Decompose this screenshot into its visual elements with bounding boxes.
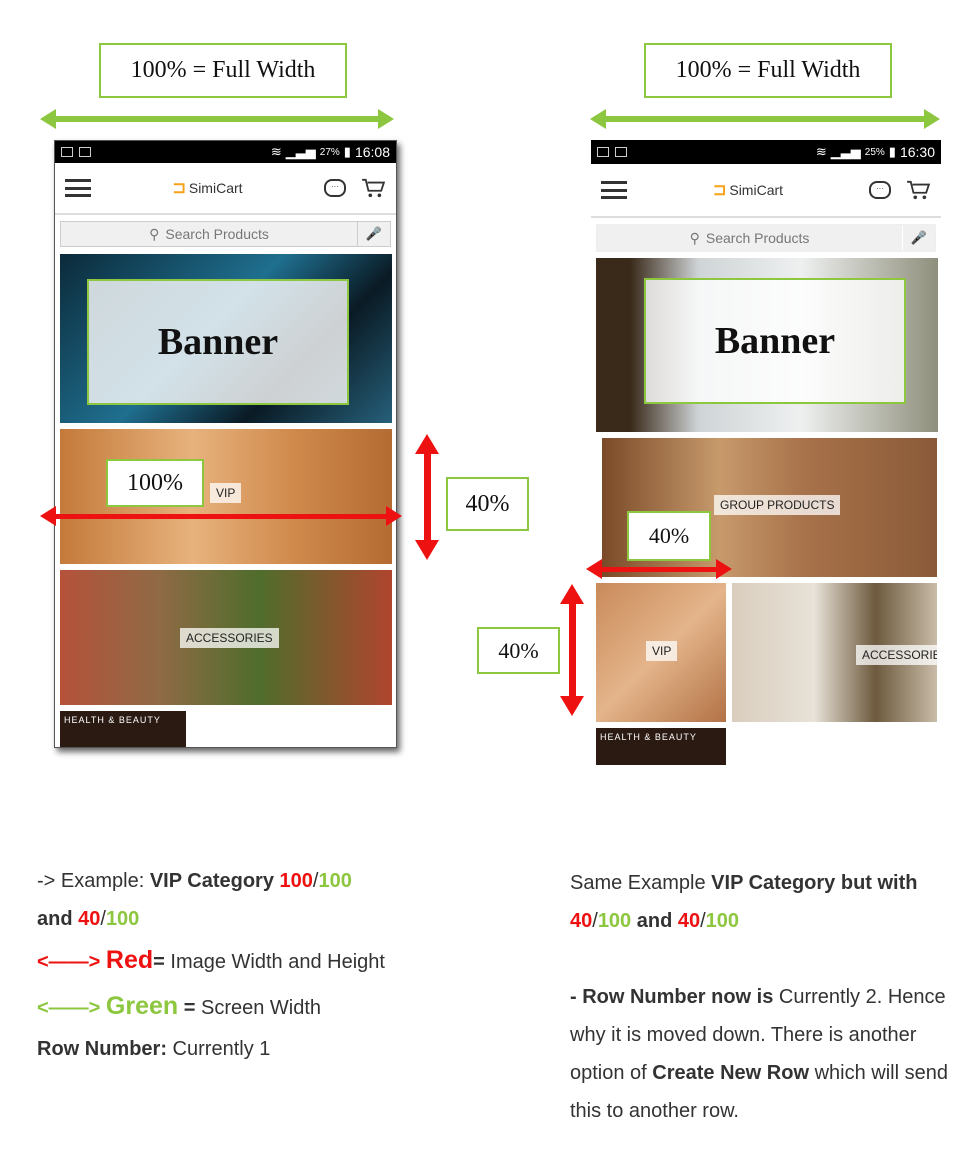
right-phone-mockup: ≋ ▁▃▅ 25% ▮ 16:30 ⊐ SimiCart ··· ⚲ Search … [591,140,941,765]
notification-icon [79,147,91,157]
tile-label-accessories: ACCESSORIES [180,628,279,648]
red-legend: <——> Red= Image Width and Height [37,946,385,974]
cart-icon[interactable] [905,180,931,200]
signal-icon: ▁▃▅ [830,144,861,159]
banner-label: Banner [87,279,349,405]
left-image-width-arrow [40,506,402,526]
accessories-category-tile[interactable]: ACCESSORIES [732,583,937,722]
tile-label-vip: VIP [210,483,242,503]
gallery-icon [61,147,73,157]
right-full-width-label: 100% = Full Width [644,43,892,98]
right-image-height-arrow [560,584,584,716]
clock: 16:08 [354,144,390,160]
left-phone-mockup: ≋ ▁▃▅ 27% ▮ 16:08 ⊐ SimiCart ··· ⚲ Search … [54,140,397,748]
search-input[interactable]: Search Products [165,226,269,242]
signal-icon: ▁▃▅ [285,144,316,159]
mic-icon[interactable]: 🎤 [358,226,390,242]
right-row-number: - Row Number now is Currently 2. Hence w… [570,986,948,1122]
left-full-width-label: 100% = Full Width [99,43,347,98]
left-image-height-arrow [415,434,439,560]
right-image-width-arrow [586,559,732,579]
tile-label-group-products: GROUP PRODUCTS [714,495,841,515]
health-beauty-category-tile[interactable]: HEALTH & BEAUTY [596,728,726,765]
menu-icon[interactable] [65,179,91,197]
search-bar[interactable]: ⚲ Search Products 🎤 [596,224,936,252]
green-legend: <——> Green = Screen Width [37,992,322,1020]
search-icon: ⚲ [149,225,160,242]
status-bar: ≋ ▁▃▅ 25% ▮ 16:30 [591,140,941,164]
wifi-icon: ≋ [815,144,827,159]
search-bar[interactable]: ⚲ Search Products 🎤 [60,221,391,247]
tile-label-vip: VIP [646,641,678,661]
battery-percent: 27% [319,146,340,158]
search-input[interactable]: Search Products [706,230,810,246]
left-width-callout: 100% [106,459,204,507]
notification-icon [615,147,627,157]
logo-cart-icon: ⊐ [172,180,186,197]
gallery-icon [597,147,609,157]
simicart-logo[interactable]: ⊐ SimiCart [172,178,242,198]
chat-icon[interactable]: ··· [868,181,891,199]
tile-label-accessories: ACCESSORIES [856,645,937,665]
wifi-icon: ≋ [270,144,282,159]
app-bar: ⊐ SimiCart ··· [55,163,396,215]
right-example-line: Same Example VIP Category but with [570,872,918,894]
status-bar: ≋ ▁▃▅ 27% ▮ 16:08 [55,141,396,163]
app-bar: ⊐ SimiCart ··· [591,164,941,218]
right-height-callout: 40% [477,627,560,674]
left-example-line: -> Example: VIP Category 100/100 [37,870,352,892]
battery-percent: 25% [864,146,885,158]
vip-category-tile[interactable]: VIP [596,583,726,722]
left-screen-width-arrow [40,109,394,129]
left-explanation: -> Example: VIP Category 100/100 and 40/… [37,862,397,1068]
right-example-values: 40/100 and 40/100 [570,910,740,932]
cart-icon[interactable] [360,178,386,198]
accessories-category-tile[interactable]: ACCESSORIES [60,570,392,705]
right-screen-width-arrow [590,109,940,129]
search-icon: ⚲ [689,229,700,246]
red-arrow-glyph: <——> [37,951,101,973]
banner-label: Banner [644,278,906,404]
logo-cart-icon: ⊐ [712,182,727,199]
green-arrow-glyph: <——> [37,997,101,1019]
right-width-callout: 40% [627,511,711,561]
menu-icon[interactable] [601,181,627,199]
simicart-logo[interactable]: ⊐ SimiCart [713,180,783,200]
right-explanation: Same Example VIP Category but with 40/10… [570,864,960,1130]
left-height-callout: 40% [446,477,529,531]
left-example-line-2: and 40/100 [37,908,140,930]
clock: 16:30 [899,144,935,160]
left-row-number: Row Number: Currently 1 [37,1038,271,1060]
health-beauty-category-tile[interactable]: HEALTH & BEAUTY [60,711,186,747]
chat-icon[interactable]: ··· [323,179,346,197]
battery-icon: ▮ [343,144,351,159]
mic-icon[interactable]: 🎤 [903,230,935,246]
battery-icon: ▮ [888,144,896,159]
